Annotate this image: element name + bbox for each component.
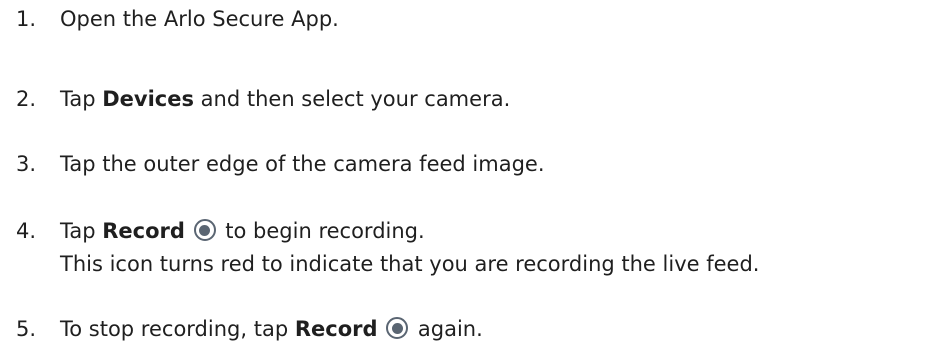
step-text-post: to begin recording. (218, 219, 425, 243)
step-text-post: again. (411, 317, 483, 341)
step-body: Tap Record to begin recording. (60, 215, 425, 247)
step-4: 4. Tap Record to begin recording. This ic… (16, 215, 759, 281)
step-number: 1. (16, 7, 37, 31)
record-label: Record (102, 219, 185, 243)
record-icon (386, 317, 409, 339)
step-text-post: and then select your camera. (194, 87, 511, 111)
record-label: Record (294, 317, 378, 341)
step-number: 2. (16, 87, 37, 111)
record-icon (193, 219, 216, 241)
step-text: Open the Arlo Secure App. (60, 7, 339, 31)
step-body: To stop recording, tap Record again. (60, 313, 483, 345)
step-1: 1. Open the Arlo Secure App. (16, 3, 339, 35)
step-5: 5. To stop recording, tap Record again. (16, 313, 483, 345)
step-text-pre: Tap (60, 87, 103, 111)
step-2: 2. Tap Devices and then select your camer… (16, 83, 510, 115)
step-text-pre: To stop recording, tap (60, 317, 295, 341)
step-body: Tap Devices and then select your camera. (60, 83, 510, 115)
step-text: Tap the outer edge of the camera feed im… (60, 152, 545, 176)
step-number: 3. (16, 152, 37, 176)
step-number: 4. (16, 219, 37, 243)
step-number: 5. (16, 317, 37, 341)
step-3: 3. Tap the outer edge of the camera feed … (16, 148, 545, 180)
step-text-pre: Tap (60, 219, 103, 243)
step-note: This icon turns red to indicate that you… (60, 252, 760, 276)
devices-label: Devices (102, 87, 194, 111)
